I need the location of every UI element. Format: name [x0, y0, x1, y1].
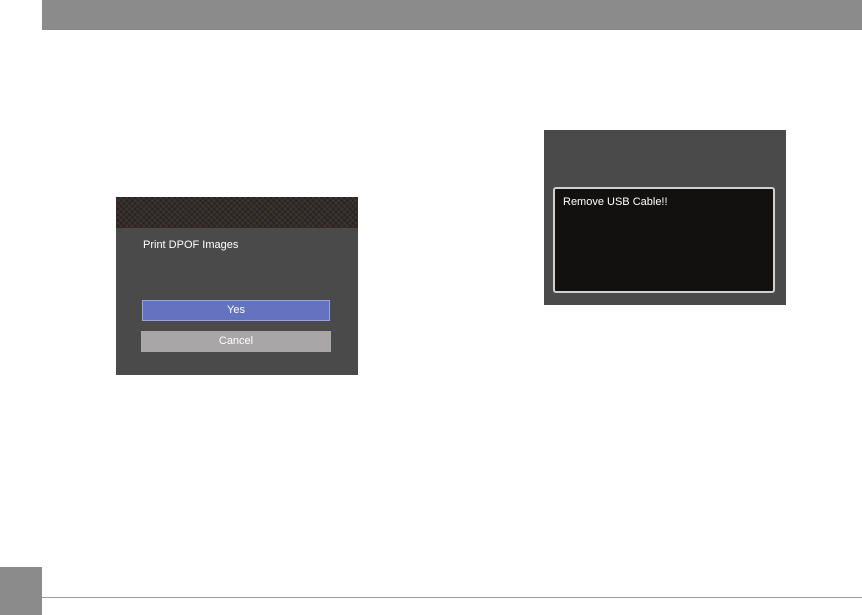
dialog-title-bar	[116, 197, 358, 228]
header-band	[42, 0, 862, 30]
yes-button[interactable]: Yes	[142, 300, 330, 321]
dialog-prompt: Print DPOF Images	[143, 239, 239, 251]
footer-rule	[42, 597, 862, 598]
cancel-button[interactable]: Cancel	[141, 331, 331, 352]
print-dpof-dialog-screen: Print DPOF Images Yes Cancel	[116, 197, 358, 375]
page-corner-tab	[0, 567, 42, 615]
message-box: Remove USB Cable!!	[553, 187, 775, 293]
warning-message: Remove USB Cable!!	[563, 196, 668, 208]
usb-warning-screen: Remove USB Cable!!	[544, 130, 786, 305]
